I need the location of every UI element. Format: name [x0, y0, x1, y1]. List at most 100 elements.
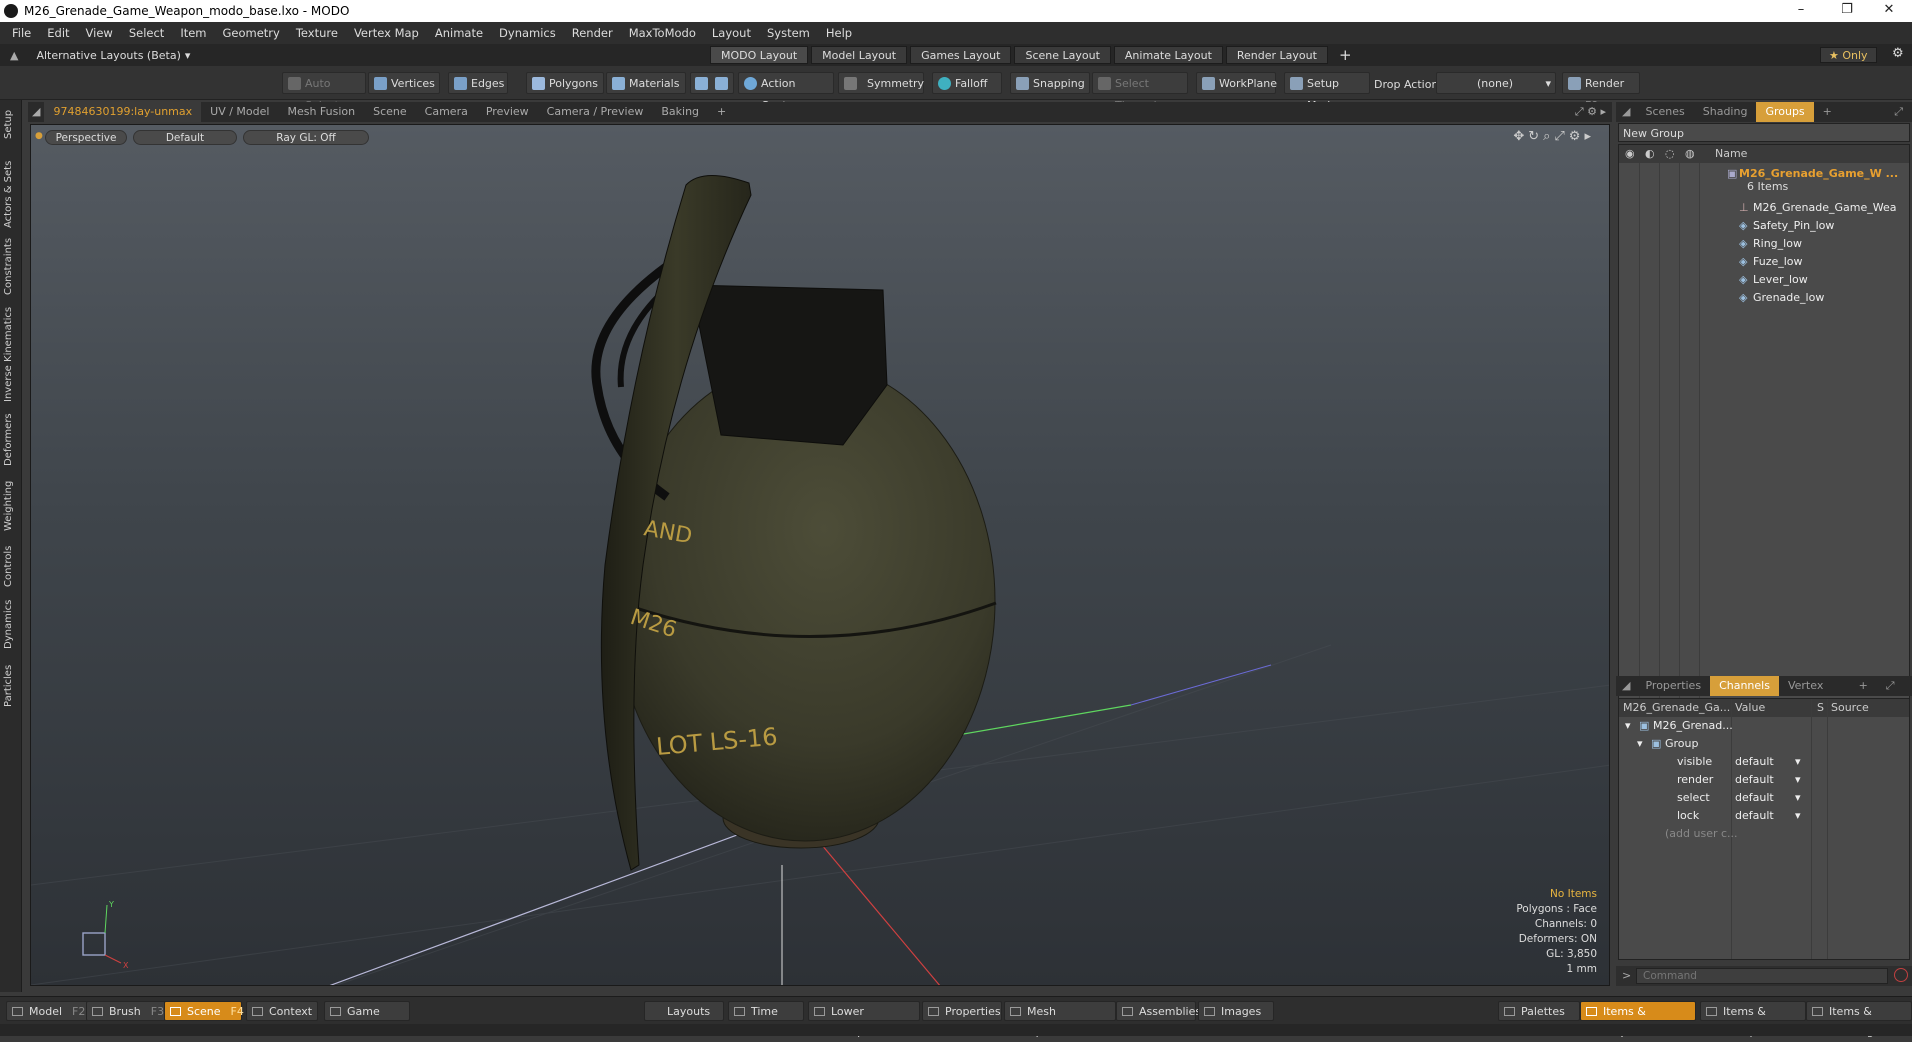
viewport-menu-icon[interactable]: ◢ — [28, 102, 44, 122]
chevron-down-icon[interactable]: ▾ — [1795, 807, 1801, 825]
materials-button[interactable]: Materials — [606, 72, 686, 94]
game-tools-button[interactable]: Game Tools — [324, 1001, 410, 1038]
list-item[interactable]: ◈ Safety_Pin_low — [1619, 217, 1909, 235]
select-toggle-icon[interactable]: ◌ — [1665, 145, 1675, 163]
chevron-down-icon[interactable]: ▾ — [1795, 771, 1801, 789]
menu-system[interactable]: System — [759, 26, 818, 40]
menu-geometry[interactable]: Geometry — [215, 26, 288, 40]
menu-item[interactable]: Item — [172, 26, 214, 40]
close-button[interactable]: ✕ — [1866, 0, 1912, 22]
list-item[interactable]: ⊥ M26_Grenade_Game_Wea ... — [1619, 199, 1909, 232]
symmetry-button[interactable]: Symmetry — [838, 72, 924, 94]
vtab-setup[interactable]: Setup — [3, 104, 19, 144]
layouts-button[interactable]: Layouts — [644, 1001, 724, 1021]
action-center-button[interactable]: Action Center — [738, 72, 834, 112]
vtab-constraints[interactable]: Constraints — [3, 236, 19, 296]
menu-file[interactable]: File — [4, 26, 39, 40]
3d-viewport[interactable]: ● Perspective Default Ray GL: Off ✥↻⌕⤢⚙▸ — [30, 124, 1610, 986]
list-item[interactable]: ◈ Lever_low — [1619, 271, 1909, 289]
panel-menu-icon[interactable]: ◢ — [1616, 102, 1636, 122]
tab-properties[interactable]: Properties — [1636, 676, 1710, 696]
tab-viewport-active[interactable]: 97484630199:lay-unmax — [44, 102, 202, 122]
auto-select-button[interactable]: Auto Select — [282, 72, 366, 112]
add-layout-button[interactable]: + — [1331, 46, 1360, 64]
channel-root-row[interactable]: ▾ ▣ M26_Grenad... — [1619, 717, 1909, 735]
menu-view[interactable]: View — [78, 26, 121, 40]
tab-modo-layout[interactable]: MODO Layout — [710, 46, 809, 64]
selection-sets-button[interactable] — [690, 72, 734, 94]
group-root-row[interactable]: ▣ M26_Grenade_Game_W ... 6 Items — [1619, 165, 1909, 197]
model-button[interactable]: Model F2 — [6, 1001, 90, 1021]
panel-menu-icon[interactable]: ◢ — [1616, 676, 1636, 696]
chevron-down-icon[interactable]: ▾ — [1795, 789, 1801, 807]
vtab-actors-sets[interactable]: Actors & Sets — [3, 158, 19, 230]
list-item[interactable]: ◈ Ring_low — [1619, 235, 1909, 253]
gear-icon[interactable]: ⚙ — [1892, 46, 1904, 61]
restore-button[interactable]: ❐ — [1824, 0, 1870, 22]
brush-button[interactable]: Brush F3 — [86, 1001, 166, 1021]
add-user-channel-row[interactable]: (add user c... — [1619, 825, 1909, 843]
tab-scene-layout[interactable]: Scene Layout — [1014, 46, 1111, 64]
falloff-button[interactable]: Falloff — [932, 72, 1002, 94]
tab-channels[interactable]: Channels — [1710, 676, 1779, 696]
menu-vertex-map[interactable]: Vertex Map — [346, 26, 427, 40]
lower-viewports-button[interactable]: Lower Viewports — [808, 1001, 920, 1038]
items-groups-button[interactable]: Items & Groups — [1700, 1001, 1806, 1038]
edges-button[interactable]: Edges — [448, 72, 508, 94]
tab-model-layout[interactable]: Model Layout — [811, 46, 908, 64]
menu-maxtomodo[interactable]: MaxToModo — [621, 26, 704, 40]
time-button[interactable]: Time — [728, 1001, 804, 1021]
workplane-button[interactable]: WorkPlane — [1196, 72, 1277, 94]
tab-scenes[interactable]: Scenes — [1636, 102, 1693, 122]
add-tab-button[interactable]: + — [708, 102, 735, 122]
select-through-button[interactable]: Select Through — [1092, 72, 1188, 112]
menu-dynamics[interactable]: Dynamics — [491, 26, 564, 40]
menu-layout[interactable]: Layout — [704, 26, 759, 40]
channel-row[interactable]: render default ▾ — [1619, 771, 1909, 789]
palettes-button[interactable]: Palettes — [1498, 1001, 1580, 1021]
lock-icon[interactable]: ◍ — [1685, 145, 1695, 163]
menu-texture[interactable]: Texture — [288, 26, 346, 40]
only-toggle[interactable]: ★ Only — [1820, 47, 1877, 63]
list-item[interactable]: ◈ Fuze_low — [1619, 253, 1909, 271]
menu-animate[interactable]: Animate — [427, 26, 491, 40]
render-toggle-icon[interactable]: ◐ — [1645, 145, 1655, 163]
scene-button[interactable]: Scene F4 — [164, 1001, 244, 1021]
vertices-button[interactable]: Vertices — [368, 72, 440, 94]
vtab-controls[interactable]: Controls — [3, 542, 19, 590]
images-button[interactable]: Images — [1198, 1001, 1274, 1021]
tab-games-layout[interactable]: Games Layout — [910, 46, 1012, 64]
add-panel-tab[interactable]: + — [1850, 676, 1877, 696]
items-shading-button[interactable]: Items & Shading — [1806, 1001, 1912, 1038]
new-group-button[interactable]: New Group — [1618, 123, 1910, 142]
tab-preview[interactable]: Preview — [477, 102, 538, 122]
render-button[interactable]: Render F9 — [1562, 72, 1640, 112]
snapping-button[interactable]: Snapping — [1010, 72, 1090, 94]
alternative-layouts-dropdown[interactable]: Alternative Layouts (Beta) — [36, 49, 180, 62]
vtab-particles[interactable]: Particles — [3, 660, 19, 712]
vtab-deformers[interactable]: Deformers — [3, 412, 19, 468]
tab-mesh-fusion[interactable]: Mesh Fusion — [278, 102, 364, 122]
menu-edit[interactable]: Edit — [39, 26, 77, 40]
stop-icon[interactable] — [1894, 968, 1908, 982]
expand-icon[interactable]: ⤢ ⚙ — [1877, 676, 1912, 712]
minimize-button[interactable]: – — [1778, 0, 1824, 22]
menu-help[interactable]: Help — [818, 26, 860, 40]
expand-icon[interactable]: ⤢ — [1885, 102, 1912, 122]
tab-baking[interactable]: Baking — [652, 102, 708, 122]
menu-select[interactable]: Select — [121, 26, 172, 40]
tab-vertex-maps[interactable]: Vertex Maps — [1779, 676, 1850, 712]
channel-row[interactable]: visible default ▾ — [1619, 753, 1909, 771]
channel-row[interactable]: lock default ▾ — [1619, 807, 1909, 825]
layouts-up-icon[interactable]: ▲ — [10, 49, 18, 62]
expand-arrow-icon[interactable]: ▾ — [1625, 717, 1631, 735]
expand-arrow-icon[interactable]: ▾ — [1637, 735, 1643, 753]
tab-groups[interactable]: Groups — [1756, 102, 1814, 122]
tab-shading[interactable]: Shading — [1694, 102, 1757, 122]
menu-render[interactable]: Render — [564, 26, 621, 40]
add-panel-tab[interactable]: + — [1814, 102, 1841, 122]
tab-animate-layout[interactable]: Animate Layout — [1113, 46, 1223, 64]
context-button[interactable]: Context — [246, 1001, 318, 1021]
chevron-down-icon[interactable]: ▾ — [1795, 753, 1801, 771]
drop-action-select[interactable]: (none) ▾ — [1436, 72, 1556, 94]
